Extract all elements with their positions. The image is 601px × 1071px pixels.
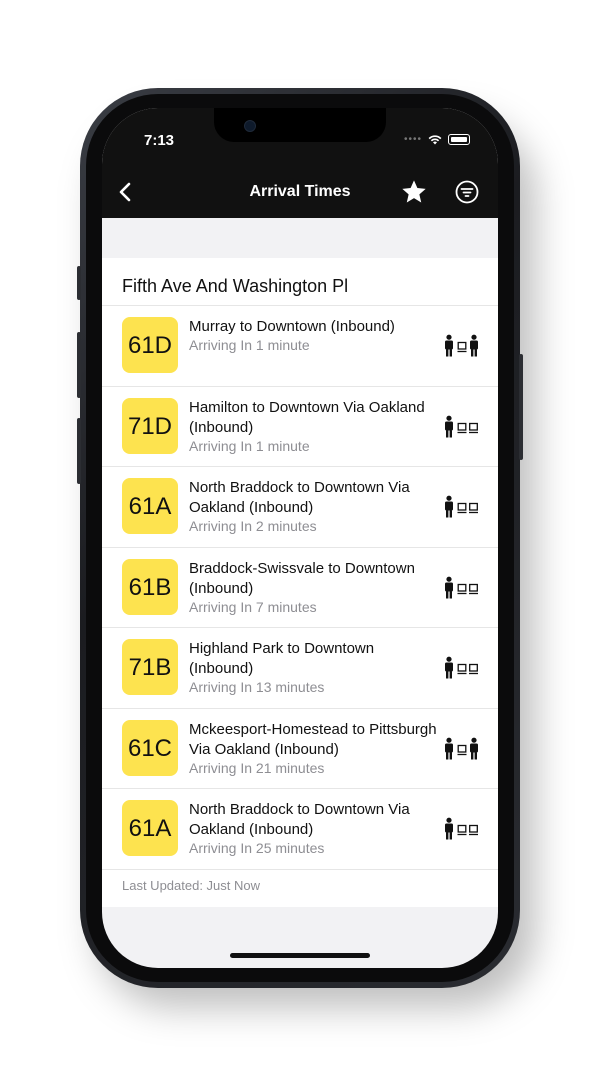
arrival-time: Arriving In 1 minute: [189, 437, 310, 454]
route-badge: 61C: [122, 719, 178, 776]
route-name: Mckeesport-Homestead to Pittsburgh Via O…: [189, 720, 437, 758]
content: Fifth Ave And Washington Pl 61D Murray t…: [102, 218, 498, 907]
route-badge: 61A: [122, 800, 178, 856]
few-riders-icon: [445, 415, 478, 437]
route-name: North Braddock to Downtown Via Oakland (…: [189, 801, 410, 838]
arrival-row[interactable]: 61B Braddock-Swissvale to Downtown (Inbo…: [102, 548, 498, 628]
filter-icon[interactable]: [454, 179, 480, 205]
favorite-star-icon[interactable]: [400, 178, 428, 206]
route-badge: 71B: [122, 639, 178, 695]
route-name: Hamilton to Downtown Via Oakland (Inboun…: [189, 398, 425, 436]
phone-frame: 7:13 •••• Arrival Times Fifth Ave And Wa…: [77, 88, 523, 988]
status-bar: 7:13 ••••: [102, 108, 498, 166]
arrival-time: Arriving In 2 minutes: [189, 518, 317, 534]
arrival-time: Arriving In 21 minutes: [189, 759, 325, 776]
route-info: Highland Park to Downtown (Inbound) Arri…: [189, 639, 442, 696]
route-name: Braddock-Swissvale to Downtown (Inbound): [189, 559, 415, 597]
route-name: Highland Park to Downtown (Inbound): [189, 640, 375, 677]
arrival-time: Arriving In 13 minutes: [189, 679, 325, 695]
route-info: North Braddock to Downtown Via Oakland (…: [189, 478, 442, 535]
status-time: 7:13: [144, 132, 175, 149]
arrival-row[interactable]: 61C Mckeesport-Homestead to Pittsburgh V…: [102, 709, 498, 789]
route-info: Murray to Downtown (Inbound) Arriving In…: [189, 317, 442, 354]
arrival-row[interactable]: 71D Hamilton to Downtown Via Oakland (In…: [102, 387, 498, 467]
arrival-row[interactable]: 61A North Braddock to Downtown Via Oakla…: [102, 467, 498, 548]
route-badge: 61D: [122, 317, 178, 373]
route-info: Hamilton to Downtown Via Oakland (Inboun…: [189, 398, 442, 455]
battery-icon: [448, 134, 470, 145]
volume-down-button: [77, 418, 81, 484]
route-name: Murray to Downtown (Inbound): [189, 318, 395, 335]
few-riders-icon: [445, 817, 478, 840]
spacer: [102, 218, 498, 258]
arrival-list: 61D Murray to Downtown (Inbound) Arrivin…: [102, 306, 498, 869]
stop-name: Fifth Ave And Washington Pl: [102, 258, 498, 306]
notch: [214, 108, 386, 142]
last-updated: Last Updated: Just Now: [102, 868, 498, 907]
arrival-row[interactable]: 61D Murray to Downtown (Inbound) Arrivin…: [102, 306, 498, 387]
route-badge: 61B: [122, 558, 178, 615]
camera-icon: [244, 120, 256, 132]
arrival-time: Arriving In 25 minutes: [189, 840, 325, 856]
arrival-time: Arriving In 7 minutes: [189, 598, 317, 615]
volume-up-button: [77, 332, 81, 398]
route-name: North Braddock to Downtown Via Oakland (…: [189, 479, 410, 516]
few-riders-icon: [445, 495, 478, 518]
route-info: Mckeesport-Homestead to Pittsburgh Via O…: [189, 720, 442, 777]
few-riders-icon: [445, 576, 478, 598]
arrival-row[interactable]: 61A North Braddock to Downtown Via Oakla…: [102, 789, 498, 869]
screen: 7:13 •••• Arrival Times Fifth Ave And Wa…: [102, 108, 498, 968]
navigation-bar: Arrival Times: [102, 166, 498, 218]
page-title: Arrival Times: [249, 183, 351, 200]
arrival-time: Arriving In 1 minute: [189, 337, 310, 353]
many-seats-icon: [445, 737, 478, 759]
many-seats-icon: [445, 334, 478, 357]
home-indicator[interactable]: [230, 953, 370, 958]
status-icons: ••••: [404, 134, 470, 145]
route-badge: 71D: [122, 397, 178, 454]
power-button: [519, 354, 523, 460]
signal-icon: ••••: [403, 134, 422, 145]
few-riders-icon: [445, 656, 478, 679]
route-info: Braddock-Swissvale to Downtown (Inbound)…: [189, 559, 442, 616]
mute-switch: [77, 266, 81, 300]
wifi-icon: [428, 134, 442, 144]
arrival-row[interactable]: 71B Highland Park to Downtown (Inbound) …: [102, 628, 498, 709]
route-info: North Braddock to Downtown Via Oakland (…: [189, 800, 442, 857]
route-badge: 61A: [122, 478, 178, 534]
